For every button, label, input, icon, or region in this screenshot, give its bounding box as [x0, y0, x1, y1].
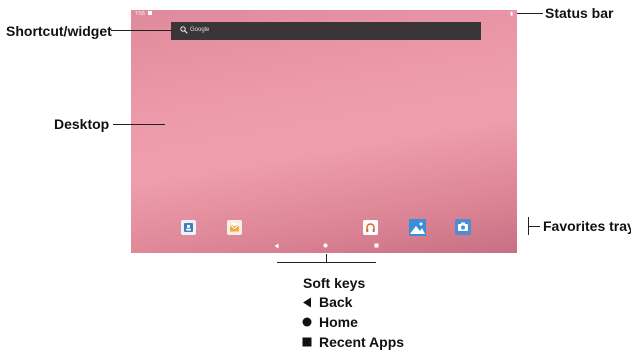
gallery-icon[interactable]	[409, 219, 426, 236]
softkeys-stem	[326, 254, 327, 262]
google-search-widget[interactable]: Google	[171, 22, 481, 40]
legend-recent-apps-icon	[302, 337, 312, 347]
home-icon[interactable]	[323, 243, 328, 248]
status-time: 7:55	[135, 11, 145, 17]
callout-desktop: Desktop	[54, 116, 110, 132]
softkeys-bracket	[277, 262, 376, 263]
legend-home-icon	[302, 317, 312, 327]
notification-icon	[148, 11, 152, 15]
callout-bracket-favorites-tray	[528, 217, 529, 235]
callout-shortcut-widget: Shortcut/widget	[6, 23, 112, 39]
callout-line-desktop	[113, 124, 165, 125]
legend-recent-apps: Recent Apps	[319, 334, 405, 350]
recent-apps-icon[interactable]	[374, 243, 379, 248]
callout-line-status-bar	[517, 13, 543, 14]
callout-line-favorites-tray	[529, 226, 540, 227]
legend-back-icon	[303, 297, 311, 308]
back-icon[interactable]	[274, 243, 279, 249]
legend-back: Back	[319, 294, 353, 310]
status-bar: 7:55 ◦ ▮	[131, 10, 517, 18]
email-icon[interactable]	[227, 220, 242, 235]
camera-icon[interactable]	[455, 219, 471, 235]
callout-status-bar: Status bar	[545, 5, 614, 21]
legend-soft-keys: Soft keys	[303, 275, 366, 291]
contacts-icon[interactable]	[181, 220, 196, 235]
music-icon[interactable]	[363, 220, 378, 235]
legend-home: Home	[319, 314, 358, 330]
tablet-screen: 7:55 ◦ ▮ Google	[131, 10, 517, 253]
callout-line-shortcut-widget	[111, 30, 171, 31]
status-icons: ◦ ▮	[507, 11, 513, 17]
search-placeholder: Google	[190, 27, 210, 33]
search-icon	[180, 26, 188, 34]
callout-favorites-tray: Favorites tray	[543, 218, 631, 234]
